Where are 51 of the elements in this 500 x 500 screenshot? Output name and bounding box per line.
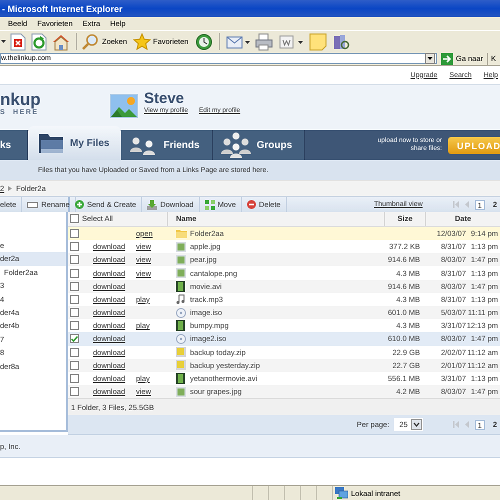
folder-icon [176,228,187,238]
chevron-right-icon [8,186,12,191]
group-icon [220,132,251,158]
window-title: - Microsoft Internet Explorer [2,4,123,14]
dropdown-arrow-icon[interactable] [1,40,6,43]
row-checkbox[interactable] [70,282,79,291]
image-icon [176,242,186,252]
logo-text: nkup [0,92,41,108]
nav-tab[interactable]: Friends [121,130,213,160]
row-checkbox[interactable] [70,321,79,330]
rename-icon [27,202,38,208]
folder-icon [38,131,64,155]
history-icon[interactable] [195,32,214,50]
select-all-checkbox[interactable] [70,214,79,224]
row-checkbox[interactable] [70,360,79,370]
stop-icon[interactable] [10,32,26,50]
tools-icon[interactable] [332,32,350,50]
row-checkbox[interactable] [70,348,79,357]
row-checkbox[interactable] [70,387,79,396]
delete-icon [246,200,256,209]
music-note-icon [176,294,185,304]
profile-name: Steve [144,91,186,106]
row-checkbox[interactable] [70,334,79,344]
people-icon [129,135,158,155]
row-checkbox[interactable] [70,255,79,264]
image-icon [176,268,186,278]
home-icon[interactable] [52,32,70,50]
download-icon [147,200,158,210]
archive-icon [176,347,186,358]
row-checkbox[interactable] [70,294,79,304]
refresh-icon[interactable] [31,32,47,50]
row-checkbox[interactable] [70,228,79,238]
printer-icon[interactable] [255,32,274,50]
nav-tab[interactable]: ks [0,130,28,160]
film-icon [176,280,185,292]
film-icon [176,320,185,332]
search-icon [82,32,100,50]
plus-icon [75,200,84,209]
star-icon [133,32,152,50]
row-checkbox[interactable] [70,268,79,278]
archive-icon [176,360,186,370]
nav-tab[interactable]: My Files [28,126,122,160]
document-icon[interactable] [278,32,304,50]
network-icon [335,487,348,499]
row-checkbox[interactable] [70,374,79,384]
row-checkbox[interactable] [70,242,79,252]
image-icon [176,254,186,265]
row-checkbox[interactable] [70,308,79,318]
move-icon [204,200,215,210]
nav-tab[interactable]: Groups [212,130,306,160]
film-icon [176,373,185,384]
